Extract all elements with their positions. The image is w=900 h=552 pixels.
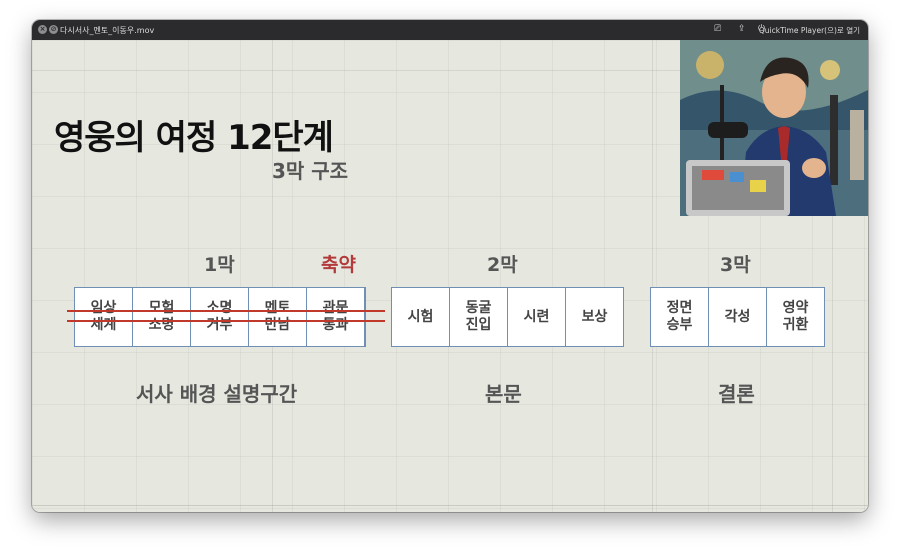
- stage-box: 모험 소명: [133, 288, 191, 346]
- strikethrough-line: [67, 310, 385, 312]
- act-3-stages: 정면 승부 각성 영약 귀환: [650, 287, 825, 347]
- stage-box: 임상 세계: [75, 288, 133, 346]
- stage-box: 보상: [581, 308, 608, 325]
- slide-title: 영웅의 여정 12단계: [54, 118, 334, 158]
- abridged-label: 축약: [321, 254, 356, 276]
- stage-box: 정면 승부: [651, 288, 709, 346]
- share-icon[interactable]: ⇪: [738, 24, 746, 34]
- close-icon[interactable]: ×: [38, 25, 47, 34]
- stage-box: 시험: [392, 288, 450, 346]
- stage-box: 동굴 진입: [450, 288, 508, 346]
- window-title: 다시서사_멘토_이동우.mov: [60, 26, 155, 35]
- stage-box: 소명 거부: [191, 288, 249, 346]
- stage-box: 영약 귀환: [782, 300, 809, 333]
- subtitles-icon[interactable]: ⎚: [714, 24, 721, 34]
- quicktime-window: × ⊘ 다시서사_멘토_이동우.mov ⎚ ⇪ ⏻ QuickTime Play…: [32, 20, 868, 512]
- act-2-stages: 시험 동굴 진입 시련 보상: [391, 287, 624, 347]
- stage-box: 각성: [709, 288, 767, 346]
- act-3-label: 3막: [720, 254, 751, 276]
- webcam-overlay: [680, 40, 868, 216]
- section-label: 서사 배경 설명구간: [136, 382, 298, 406]
- stage-box: 시련: [508, 288, 566, 346]
- act-1-label: 1막: [204, 254, 235, 276]
- act-2-label: 2막: [487, 254, 518, 276]
- stage-box: 멘토 만남: [249, 288, 307, 346]
- section-label: 결론: [718, 382, 755, 406]
- stage-box: 관문 통과: [307, 288, 365, 346]
- minimize-icon[interactable]: ⊘: [49, 25, 58, 34]
- presenter-image: [680, 40, 868, 216]
- section-label: 본문: [485, 382, 522, 406]
- open-with-button[interactable]: QuickTime Player(으)로 열기: [759, 25, 860, 36]
- divider: [32, 505, 868, 506]
- strikethrough-line: [67, 320, 385, 322]
- act-1-stages: 임상 세계 모험 소명 소명 거부 멘토 만남 관문 통과: [67, 287, 385, 347]
- title-bar: × ⊘ 다시서사_멘토_이동우.mov ⎚ ⇪ ⏻ QuickTime Play…: [32, 20, 868, 40]
- slide-subtitle: 3막 구조: [272, 159, 349, 183]
